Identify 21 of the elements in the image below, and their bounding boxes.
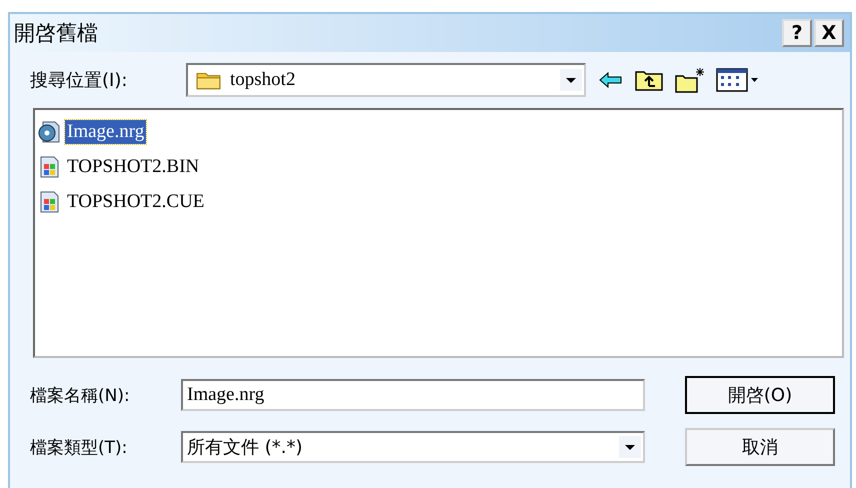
folder-icon xyxy=(196,70,222,90)
file-list[interactable]: Image.nrg TOPSHOT2.BIN TOPSHOT2.CUE xyxy=(33,108,844,358)
back-arrow-icon[interactable] xyxy=(598,70,624,90)
file-item[interactable]: TOPSHOT2.BIN xyxy=(65,154,202,178)
filename-label: 檔案名稱(N): xyxy=(30,384,131,406)
file-item[interactable]: Image.nrg xyxy=(65,120,146,144)
cancel-button[interactable]: 取消 xyxy=(685,428,835,466)
location-dropdown[interactable]: topshot2 xyxy=(186,63,586,97)
file-item[interactable]: TOPSHOT2.CUE xyxy=(65,190,206,214)
open-button[interactable]: 開啓(O) xyxy=(685,376,835,414)
location-label: 搜尋位置(I): xyxy=(30,69,128,92)
location-value: topshot2 xyxy=(230,69,296,91)
filetype-dropdown[interactable]: 所有文件 (*.*) xyxy=(181,431,645,463)
filename-field[interactable]: Image.nrg xyxy=(181,379,645,411)
new-folder-icon[interactable] xyxy=(674,66,706,94)
help-button[interactable]: ? xyxy=(782,19,812,47)
filetype-label: 檔案類型(T): xyxy=(30,436,128,458)
window-title: 開啓舊檔 xyxy=(14,20,98,47)
view-menu-icon[interactable] xyxy=(716,67,760,93)
close-button[interactable]: X xyxy=(814,19,844,47)
disc-file-icon xyxy=(37,120,61,144)
